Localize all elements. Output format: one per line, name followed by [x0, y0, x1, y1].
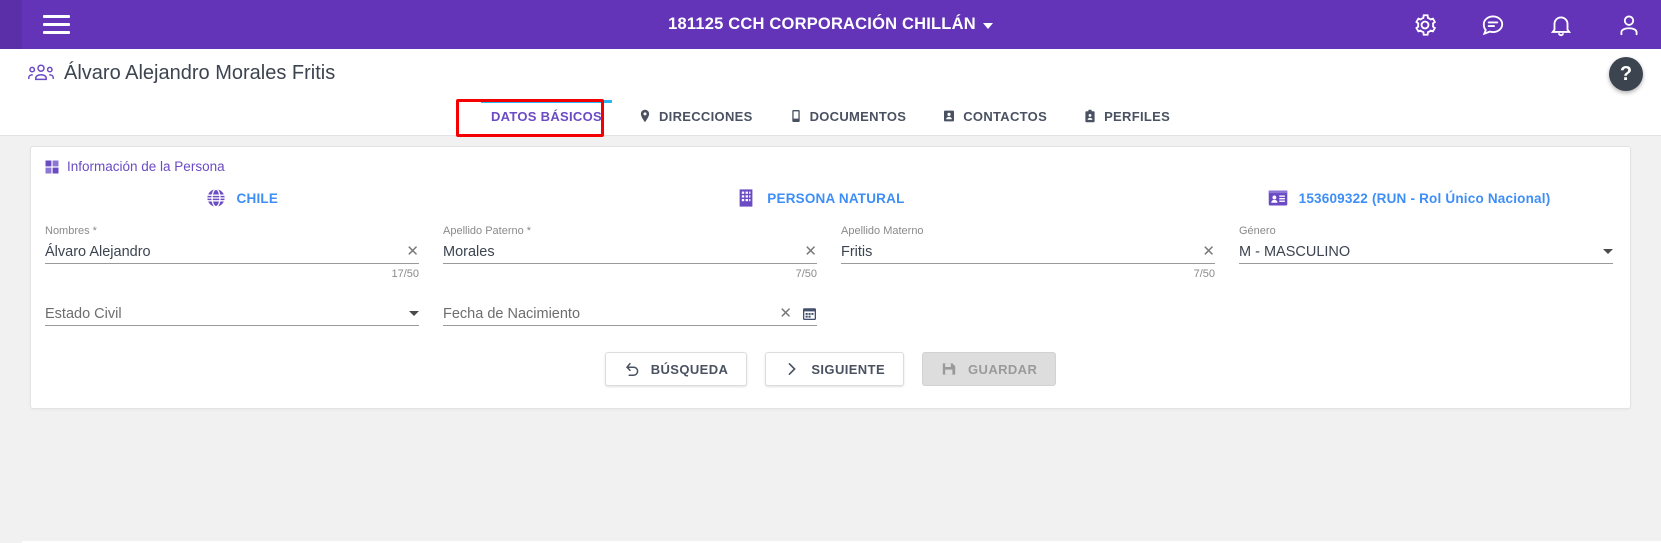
- field-input-line[interactable]: M - MASCULINO: [1239, 240, 1613, 264]
- company-selector[interactable]: 181125 CCH CORPORACIÓN CHILLÁN: [668, 15, 993, 34]
- help-button[interactable]: ?: [1609, 57, 1643, 91]
- badge-icon: [1085, 109, 1095, 123]
- application-window: 181125 CCH CORPORACIÓN CHILLÁN Álvaro Al…: [0, 0, 1661, 543]
- tab-label: DIRECCIONES: [658, 108, 753, 124]
- person-information-card: Información de la Persona CHILE PERSONA …: [30, 146, 1631, 409]
- topbar-left-edge: [0, 0, 22, 49]
- chevron-right-icon: [788, 363, 797, 375]
- chevron-down-icon[interactable]: [1603, 249, 1613, 254]
- undo-arrow-icon: [625, 362, 639, 376]
- field-label: Apellido Materno: [841, 225, 924, 237]
- chip-identifier[interactable]: 153609322 (RUN - Rol Único Nacional): [1092, 188, 1616, 208]
- chip-label: 153609322 (RUN - Rol Único Nacional): [1298, 190, 1551, 206]
- form-row-1: Nombres * Álvaro Alejandro ✕ 17/50 Apell…: [45, 224, 1616, 284]
- char-counter: 7/50: [795, 268, 817, 280]
- chevron-down-icon[interactable]: [982, 23, 993, 29]
- field-input-line[interactable]: Fritis ✕: [841, 240, 1215, 264]
- field-nombres: Nombres * Álvaro Alejandro ✕ 17/50: [45, 224, 419, 284]
- hamburger-menu-icon[interactable]: [34, 3, 78, 47]
- field-icons: ✕: [779, 306, 817, 321]
- clear-icon[interactable]: ✕: [1202, 244, 1215, 259]
- estado-civil-select-value[interactable]: Estado Civil: [45, 306, 122, 322]
- globe-icon: [206, 188, 225, 208]
- field-label: Apellido Paterno *: [443, 225, 532, 237]
- topbar-actions: [1411, 0, 1643, 49]
- chip-label: CHILE: [236, 190, 279, 206]
- char-counter: 17/50: [391, 268, 419, 280]
- grid-icon: [45, 160, 59, 173]
- card-header-label: Información de la Persona: [67, 159, 225, 174]
- chip-label: PERSONA NATURAL: [767, 190, 905, 206]
- clear-icon[interactable]: ✕: [804, 244, 817, 259]
- top-navigation-bar: 181125 CCH CORPORACIÓN CHILLÁN: [0, 0, 1661, 49]
- tab-direcciones[interactable]: DIRECCIONES: [620, 97, 771, 135]
- gear-icon[interactable]: [1411, 11, 1439, 39]
- tab-label: CONTACTOS: [963, 108, 1048, 124]
- apellido-materno-input[interactable]: Fritis: [841, 244, 872, 260]
- chip-person-type[interactable]: PERSONA NATURAL: [569, 188, 1093, 208]
- fecha-nacimiento-input[interactable]: Fecha de Nacimiento: [443, 306, 580, 322]
- char-counter: 7/50: [1193, 268, 1215, 280]
- field-genero: Género M - MASCULINO: [1239, 224, 1613, 284]
- chip-country[interactable]: CHILE: [45, 188, 569, 208]
- tab-label: DATOS BÁSICOS: [490, 108, 602, 124]
- clear-icon[interactable]: ✕: [406, 244, 419, 259]
- page-content: Información de la Persona CHILE PERSONA …: [0, 136, 1661, 541]
- busqueda-button[interactable]: BÚSQUEDA: [604, 352, 748, 386]
- contact-card-icon: [944, 110, 955, 122]
- button-label: BÚSQUEDA: [650, 361, 729, 377]
- form-row-2: Estado Civil Fecha de Nacimiento ✕: [45, 302, 1616, 330]
- field-input-line[interactable]: Morales ✕: [443, 240, 817, 264]
- field-label: Género: [1239, 225, 1276, 237]
- siguiente-button[interactable]: SIGUIENTE: [765, 352, 905, 386]
- tab-datos-basicos[interactable]: DATOS BÁSICOS: [473, 97, 620, 135]
- field-apellido-materno: Apellido Materno Fritis ✕ 7/50: [841, 224, 1215, 284]
- building-icon: [739, 189, 753, 207]
- field-input-line[interactable]: Estado Civil: [45, 302, 419, 326]
- tab-perfiles[interactable]: PERFILES: [1065, 97, 1188, 135]
- tabs-list: DATOS BÁSICOS DIRECCIONES DOCUMENTOS CON…: [473, 97, 1188, 135]
- page-header: Álvaro Alejandro Morales Fritis ?: [0, 49, 1661, 97]
- form-actions: BÚSQUEDA SIGUIENTE GUARDAR: [45, 352, 1616, 386]
- map-pin-icon: [640, 109, 650, 123]
- page-title: Álvaro Alejandro Morales Fritis: [64, 61, 336, 84]
- field-label: Nombres *: [45, 225, 97, 237]
- nombres-input[interactable]: Álvaro Alejandro: [45, 244, 151, 260]
- guardar-button[interactable]: GUARDAR: [922, 352, 1057, 386]
- id-card-icon: [1268, 190, 1287, 206]
- people-group-icon: [28, 60, 54, 86]
- tab-label: DOCUMENTOS: [809, 108, 907, 124]
- field-estado-civil: Estado Civil: [45, 302, 419, 330]
- field-apellido-paterno: Apellido Paterno * Morales ✕ 7/50: [443, 224, 817, 284]
- genero-select-value[interactable]: M - MASCULINO: [1239, 244, 1350, 260]
- info-chips-row: CHILE PERSONA NATURAL 153609322 (RUN - R…: [45, 188, 1616, 208]
- button-label: SIGUIENTE: [811, 361, 886, 377]
- chat-icon[interactable]: [1479, 11, 1507, 39]
- apellido-paterno-input[interactable]: Morales: [443, 244, 495, 260]
- tab-documentos[interactable]: DOCUMENTOS: [771, 97, 925, 135]
- bell-icon[interactable]: [1547, 11, 1575, 39]
- tab-label: PERFILES: [1104, 108, 1171, 124]
- active-tab-underline: [480, 100, 612, 103]
- button-label: GUARDAR: [968, 361, 1038, 377]
- save-disk-icon: [942, 363, 956, 375]
- calendar-icon[interactable]: [802, 306, 817, 321]
- tabs-bar: DATOS BÁSICOS DIRECCIONES DOCUMENTOS CON…: [0, 97, 1661, 137]
- document-icon: [791, 110, 800, 122]
- tab-contactos[interactable]: CONTACTOS: [924, 97, 1065, 135]
- field-fecha-nacimiento: Fecha de Nacimiento ✕: [443, 302, 817, 330]
- card-header: Información de la Persona: [45, 159, 1616, 174]
- chevron-down-icon[interactable]: [409, 311, 419, 316]
- company-name: 181125 CCH CORPORACIÓN CHILLÁN: [668, 15, 976, 33]
- field-input-line[interactable]: Fecha de Nacimiento ✕: [443, 302, 817, 326]
- user-icon[interactable]: [1615, 11, 1643, 39]
- clear-icon[interactable]: ✕: [779, 306, 792, 321]
- field-input-line[interactable]: Álvaro Alejandro ✕: [45, 240, 419, 264]
